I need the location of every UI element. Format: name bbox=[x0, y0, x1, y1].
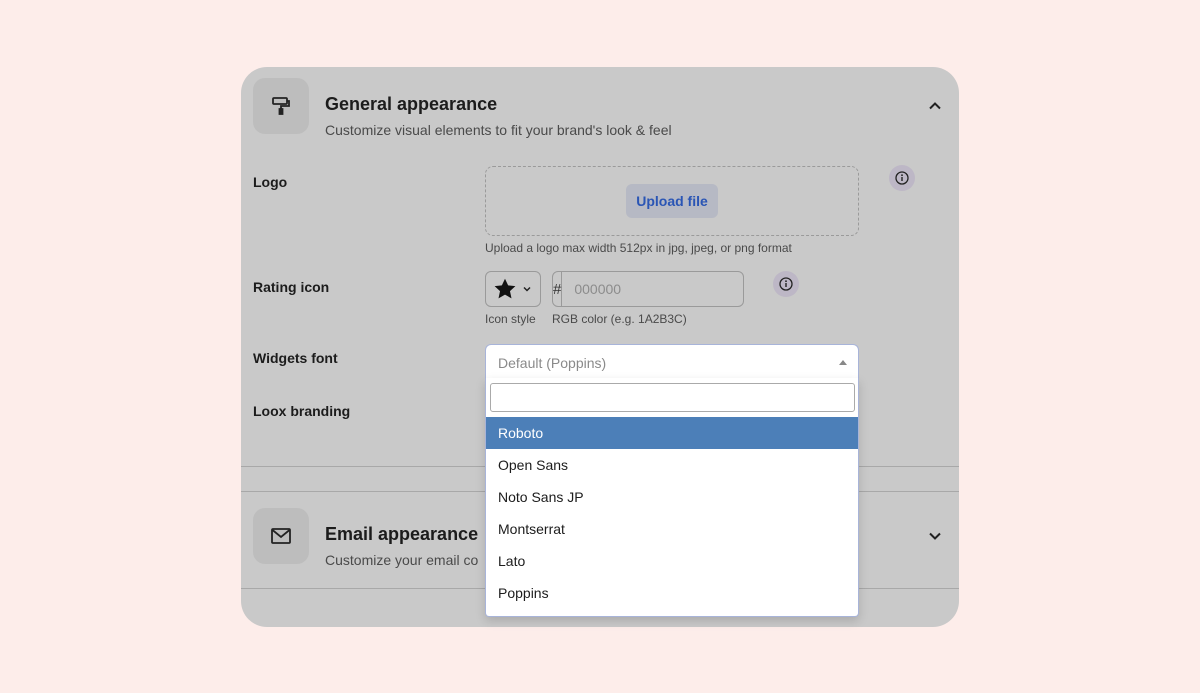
rating-info-icon[interactable] bbox=[773, 271, 799, 297]
font-option[interactable]: Roboto bbox=[486, 417, 858, 449]
star-icon bbox=[494, 278, 516, 299]
font-option[interactable]: Lato bbox=[486, 545, 858, 577]
font-option[interactable]: Montserrat bbox=[486, 513, 858, 545]
icon-style-select[interactable] bbox=[485, 271, 541, 307]
logo-help-text: Upload a logo max width 512px in jpg, jp… bbox=[485, 241, 792, 255]
paint-roller-icon bbox=[253, 78, 309, 134]
font-options-list: Roboto Open Sans Noto Sans JP Montserrat… bbox=[486, 417, 858, 609]
rgb-color-field: # bbox=[552, 271, 744, 307]
font-option[interactable]: Open Sans bbox=[486, 449, 858, 481]
logo-upload-zone[interactable]: Upload file bbox=[485, 166, 859, 236]
logo-label: Logo bbox=[253, 174, 288, 190]
widgets-font-label: Widgets font bbox=[253, 350, 338, 366]
email-appearance-title: Email appearance bbox=[325, 524, 479, 544]
general-appearance-title: General appearance bbox=[325, 94, 498, 114]
chevron-down-icon bbox=[523, 286, 531, 292]
rgb-color-input[interactable] bbox=[562, 272, 743, 306]
loox-branding-label: Loox branding bbox=[253, 403, 351, 419]
chevron-up-icon[interactable] bbox=[927, 98, 943, 114]
hash-prefix: # bbox=[553, 272, 563, 306]
upload-file-button[interactable]: Upload file bbox=[626, 184, 718, 218]
widgets-font-select[interactable]: Default (Poppins) bbox=[485, 344, 859, 380]
general-appearance-header[interactable]: General appearance Customize visual elem… bbox=[253, 78, 947, 138]
icon-style-help: Icon style bbox=[485, 312, 536, 326]
general-appearance-subtitle: Customize visual elements to fit your br… bbox=[325, 122, 672, 138]
chevron-down-icon[interactable] bbox=[927, 528, 943, 544]
email-appearance-subtitle: Customize your email co bbox=[325, 552, 479, 568]
rating-icon-label: Rating icon bbox=[253, 279, 330, 295]
rgb-color-help: RGB color (e.g. 1A2B3C) bbox=[552, 312, 687, 326]
font-dropdown: Roboto Open Sans Noto Sans JP Montserrat… bbox=[485, 378, 859, 617]
envelope-icon bbox=[253, 508, 309, 564]
font-option[interactable]: Noto Sans JP bbox=[486, 481, 858, 513]
selected-font-value: Default (Poppins) bbox=[498, 354, 607, 371]
caret-up-icon bbox=[839, 360, 847, 365]
font-option[interactable]: Poppins bbox=[486, 577, 858, 609]
logo-info-icon[interactable] bbox=[889, 165, 915, 191]
font-search-input[interactable] bbox=[490, 383, 855, 412]
